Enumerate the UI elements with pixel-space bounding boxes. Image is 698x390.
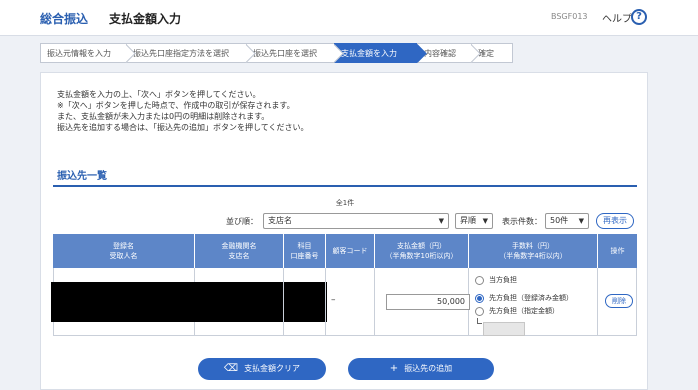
column-header-line: 受取人名 bbox=[109, 252, 138, 260]
radio-button[interactable] bbox=[475, 306, 484, 316]
delete-button[interactable]: 削除 bbox=[605, 294, 633, 308]
step-1: 振込元情報を入力 bbox=[40, 43, 136, 63]
radio-button-selected[interactable] bbox=[475, 293, 484, 303]
instructions: 支払金額を入力の上、「次へ」ボタンを押してください。 ※「次へ」ボタンを押した時… bbox=[57, 89, 309, 133]
chevron-down-icon: ▼ bbox=[482, 217, 488, 225]
fee-option-ours[interactable]: 当方負担 bbox=[475, 275, 517, 285]
column-header: 顧客コード bbox=[326, 234, 375, 268]
clear-amounts-label: 支払金額クリア bbox=[244, 364, 301, 373]
step-label: 振込先口座指定方法を選択 bbox=[133, 49, 229, 58]
step-label: 内容確認 bbox=[424, 49, 456, 58]
customer-code-value: – bbox=[331, 295, 336, 305]
column-header: 科目 口座番号 bbox=[284, 234, 326, 268]
recipient-cell bbox=[51, 268, 327, 336]
fee-option-label: 先方負担（登録済み金額） bbox=[489, 294, 573, 302]
column-header-line: 登録名 bbox=[113, 242, 134, 250]
column-header-line: 顧客コード bbox=[332, 247, 368, 255]
page-size-select[interactable]: 50件 ▼ bbox=[545, 213, 589, 229]
page-size-value: 50件 bbox=[550, 216, 569, 225]
step-label: 振込先口座を選択 bbox=[253, 49, 317, 58]
step-label: 支払金額を入力 bbox=[341, 49, 397, 58]
column-header-line: （半角数字4桁以内） bbox=[499, 252, 567, 260]
fee-option-label: 先方負担（指定金額） bbox=[489, 307, 559, 315]
column-header: 登録名 受取人名 bbox=[53, 234, 195, 268]
plus-icon: + bbox=[389, 363, 399, 374]
table-row: – 50,000 当方負担 先方負担（登録済み金額） 先方負担（指定金額） 削除 bbox=[51, 268, 637, 336]
section-divider bbox=[53, 185, 637, 187]
order-select-value: 昇順 bbox=[460, 216, 476, 225]
customer-code-cell: – bbox=[326, 268, 375, 336]
instruction-line: ※「次へ」ボタンを押した時点で、作成中の取引が保存されます。 bbox=[57, 101, 295, 110]
instruction-line: 支払金額を入力の上、「次へ」ボタンを押してください。 bbox=[57, 90, 261, 99]
help-link[interactable]: ヘルプ bbox=[602, 10, 632, 25]
column-header: 操作 bbox=[598, 234, 637, 268]
sort-select-value: 支店名 bbox=[268, 216, 292, 225]
column-header-line: 口座番号 bbox=[290, 252, 319, 260]
section-title: 振込先一覧 bbox=[57, 171, 107, 182]
column-header-line: 金融機関名 bbox=[221, 242, 257, 250]
step-2: 振込先口座指定方法を選択 bbox=[126, 43, 256, 63]
help-icon[interactable]: ? bbox=[631, 9, 647, 25]
column-header-line: 操作 bbox=[610, 247, 625, 255]
column-header-line: 手数料（円） bbox=[512, 242, 554, 250]
fee-option-label: 当方負担 bbox=[489, 276, 517, 284]
fee-option-recipient-registered[interactable]: 先方負担（登録済み金額） bbox=[475, 293, 573, 303]
app-header: 総合振込 支払金額入力 BSGF013 ヘルプ ? bbox=[0, 0, 698, 36]
chevron-down-icon: ▼ bbox=[438, 217, 444, 225]
bank-cell bbox=[195, 268, 284, 336]
page-title: 支払金額入力 bbox=[109, 12, 182, 26]
service-name: 総合振込 bbox=[40, 12, 89, 26]
step-label: 振込元情報を入力 bbox=[47, 49, 111, 58]
table-header: 登録名 受取人名 金融機関名 支店名 科目 口座番号 顧客コード 支払金額（円）… bbox=[53, 234, 637, 268]
radio-button[interactable] bbox=[475, 275, 484, 285]
fee-amount-input[interactable] bbox=[483, 322, 525, 336]
step-3: 振込先口座を選択 bbox=[246, 43, 344, 63]
eraser-icon: ⌫ bbox=[223, 363, 239, 374]
action-cell: 削除 bbox=[598, 268, 637, 336]
add-recipient-button[interactable]: + 振込先の追加 bbox=[348, 358, 494, 380]
step-4-current: 支払金額を入力 bbox=[334, 43, 427, 63]
screen-id: BSGF013 bbox=[551, 12, 588, 21]
indent-corner-icon bbox=[477, 318, 482, 324]
column-header-line: （半角数字10桁以内） bbox=[385, 252, 458, 260]
step-progress-bar: 振込元情報を入力 振込先口座指定方法を選択 振込先口座を選択 支払金額を入力 内… bbox=[40, 43, 513, 63]
chevron-down-icon: ▼ bbox=[578, 217, 584, 225]
clear-amounts-button[interactable]: ⌫ 支払金額クリア bbox=[198, 358, 326, 380]
main-panel: 支払金額を入力の上、「次へ」ボタンを押してください。 ※「次へ」ボタンを押した時… bbox=[40, 72, 648, 390]
sort-select[interactable]: 支店名 ▼ bbox=[263, 213, 449, 229]
list-controls: 並び順： 支店名 ▼ 昇順 ▼ 表示件数： 50件 ▼ 再表示 bbox=[41, 213, 649, 231]
fee-option-recipient-specified[interactable]: 先方負担（指定金額） bbox=[475, 306, 559, 316]
redisplay-button[interactable]: 再表示 bbox=[596, 213, 634, 229]
result-count: 全1件 bbox=[335, 199, 355, 207]
column-header-line: 科目 bbox=[297, 242, 312, 250]
fee-cell: 当方負担 先方負担（登録済み金額） 先方負担（指定金額） bbox=[469, 268, 598, 336]
amount-cell: 50,000 bbox=[375, 268, 470, 336]
order-select[interactable]: 昇順 ▼ bbox=[455, 213, 493, 229]
amount-input[interactable]: 50,000 bbox=[386, 294, 470, 310]
column-header: 手数料（円） （半角数字4桁以内） bbox=[469, 234, 598, 268]
add-recipient-label: 振込先の追加 bbox=[404, 364, 453, 373]
instruction-line: 振込先を追加する場合は、「振込先の追加」ボタンを押してください。 bbox=[57, 123, 309, 132]
instruction-line: また、支払金額が未入力または0円の明細は削除されます。 bbox=[57, 112, 270, 121]
sort-label: 並び順： bbox=[226, 217, 258, 226]
column-header: 金融機関名 支店名 bbox=[195, 234, 284, 268]
page-size-label: 表示件数： bbox=[502, 217, 542, 226]
column-header-line: 支払金額（円） bbox=[397, 242, 446, 250]
column-header-line: 支店名 bbox=[228, 252, 250, 260]
account-cell bbox=[284, 268, 326, 336]
column-header: 支払金額（円） （半角数字10桁以内） bbox=[375, 234, 469, 268]
